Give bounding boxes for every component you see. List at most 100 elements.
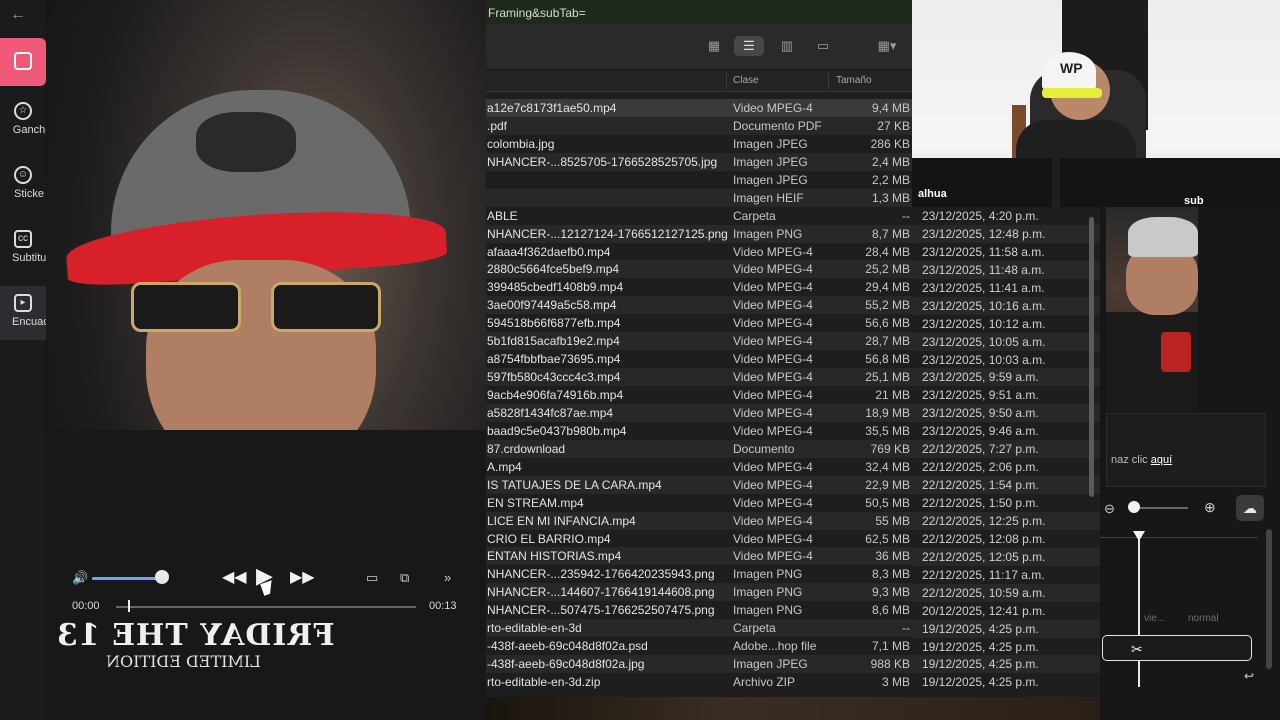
file-row[interactable]: Imagen HEIF 1,3 MB [486, 188, 912, 207]
file-kind: Archivo ZIP [733, 675, 796, 689]
file-row[interactable]: ABLE Carpeta -- [486, 207, 912, 225]
sidebar-item-subtitulos[interactable]: cc Subtitu [0, 222, 46, 276]
file-name: -438f-aeeb-69c048d8f02a.psd [487, 639, 648, 654]
file-row[interactable]: IS TATUAJES DE LA CARA.mp4 Video MPEG-4 22… [486, 475, 912, 494]
file-date: 23/12/2025, 10:16 a.m. [922, 298, 1046, 313]
file-row[interactable]: afaaa4f362daefb0.mp4 Video MPEG-4 28,4 MB [486, 243, 912, 261]
file-name: colombia.jpg [487, 136, 555, 151]
zoom-slider[interactable] [1132, 507, 1188, 509]
timeline-scrollbar[interactable] [1266, 529, 1272, 669]
volume-icon[interactable]: 🔊 [72, 570, 88, 586]
file-row[interactable]: .pdf Documento PDF 27 KB [486, 116, 912, 135]
gallery-view-icon[interactable]: ▭ [808, 36, 838, 56]
file-row[interactable]: LICE EN MI INFANCIA.mp4 Video MPEG-4 55 MB [486, 511, 912, 530]
finder-scrollbar[interactable] [1089, 217, 1094, 497]
file-date-row: 23/12/2025, 10:12 a.m. [912, 315, 1100, 333]
file-row[interactable]: baad9c5e0437b980b.mp4 Video MPEG-4 35,5 MB [486, 422, 912, 440]
logo-icon [14, 52, 32, 70]
clip-thumbnail[interactable] [1106, 207, 1198, 412]
player-controls: 🔊 ◀◀ ▶ ▶▶ ▭ ⧉ » 00:00 00:13 [62, 560, 470, 624]
file-date: 19/12/2025, 4:25 p.m. [922, 621, 1039, 636]
file-row[interactable]: a8754fbbfbae73695.mp4 Video MPEG-4 56,8 MB [486, 350, 912, 368]
sidebar-item-encuadre[interactable]: ▸ Encuac [0, 286, 46, 340]
column-kind[interactable]: Clase [733, 75, 759, 86]
dialog-link[interactable]: aquí [1151, 454, 1172, 466]
file-kind: Video MPEG-4 [733, 531, 813, 546]
file-kind: Documento PDF [733, 118, 822, 133]
url-bar[interactable]: Framing&subTab= [486, 0, 912, 24]
chevron-right-icon[interactable]: » [444, 570, 451, 585]
file-row[interactable]: NHANCER-...12127124-1766512127125.png Ima… [486, 224, 912, 243]
zoom-knob[interactable] [1128, 501, 1140, 513]
file-row[interactable]: 597fb580c43ccc4c3.mp4 Video MPEG-4 25,1 MB [486, 368, 912, 386]
file-row[interactable]: -438f-aeeb-69c048d8f02a.psd Adobe...hop f… [486, 637, 912, 655]
file-name: rto-editable-en-3d [487, 621, 582, 636]
file-row[interactable]: colombia.jpg Imagen JPEG 286 KB [486, 135, 912, 153]
file-size: 28,4 MB [865, 244, 910, 259]
file-date-row: 22/12/2025, 12:08 p.m. [912, 530, 1100, 548]
file-date-row: 22/12/2025, 12:25 p.m. [912, 511, 1100, 530]
fast-forward-icon[interactable]: ▶▶ [290, 567, 315, 587]
group-by-icon[interactable]: ▦▾ [872, 36, 902, 56]
file-name: 399485cbedf1408b9.mp4 [487, 280, 624, 295]
pip-icon[interactable]: ⧉ [400, 570, 409, 586]
arrow-left-icon[interactable]: ← [10, 6, 26, 24]
file-row[interactable]: 87.crdownload Documento 769 KB [486, 439, 912, 458]
file-row[interactable]: ENTAN HISTORIAS.mp4 Video MPEG-4 36 MB [486, 547, 912, 566]
file-kind: Video MPEG-4 [733, 298, 813, 313]
file-row[interactable]: 3ae00f97449a5c58.mp4 Video MPEG-4 55,2 MB [486, 296, 912, 315]
cloud-download-icon[interactable]: ☁ [1236, 495, 1264, 521]
file-row[interactable]: 2880c5664fce5bef9.mp4 Video MPEG-4 25,2 MB [486, 260, 912, 279]
file-row[interactable]: 5b1fd815acafb19e2.mp4 Video MPEG-4 28,7 MB [486, 332, 912, 351]
file-row[interactable]: a12e7c8173f1ae50.mp4 Video MPEG-4 9,4 MB [486, 99, 912, 117]
file-row[interactable]: -438f-aeeb-69c048d8f02a.jpg Imagen JPEG 98… [486, 655, 912, 673]
hat-logo: WP [1060, 60, 1083, 76]
file-row[interactable]: A.mp4 Video MPEG-4 32,4 MB [486, 458, 912, 476]
file-date-row: 23/12/2025, 12:48 p.m. [912, 224, 1100, 243]
file-row[interactable]: 399485cbedf1408b9.mp4 Video MPEG-4 29,4 MB [486, 278, 912, 296]
file-row[interactable]: EN STREAM.mp4 Video MPEG-4 50,5 MB [486, 494, 912, 512]
airplay-icon[interactable]: ▭ [366, 570, 378, 586]
volume-slider[interactable] [92, 577, 164, 580]
file-row[interactable]: 9acb4e906fa74916b.mp4 Video MPEG-4 21 MB [486, 386, 912, 404]
playhead-handle[interactable] [1133, 531, 1145, 541]
zoom-out-icon[interactable]: ⊖ [1104, 501, 1115, 517]
timeline-clip[interactable] [1102, 635, 1252, 661]
column-view-icon[interactable]: ▥ [772, 36, 802, 56]
file-row[interactable]: 594518b66f6877efb.mp4 Video MPEG-4 56,6 MB [486, 314, 912, 332]
file-row[interactable]: Imagen JPEG 2,2 MB [486, 171, 912, 189]
file-name: EN STREAM.mp4 [487, 495, 584, 510]
zoom-in-icon[interactable]: ⊕ [1204, 499, 1216, 516]
file-row[interactable]: CRIO EL BARRIO.mp4 Video MPEG-4 62,5 MB [486, 530, 912, 548]
file-date-row: 19/12/2025, 4:25 p.m. [912, 638, 1100, 656]
file-row[interactable]: a5828f1434fc87ae.mp4 Video MPEG-4 18,9 MB [486, 403, 912, 422]
undo-icon[interactable]: ↩ [1244, 669, 1254, 683]
file-kind: Imagen JPEG [733, 154, 808, 169]
column-size[interactable]: Tamaño [836, 75, 872, 86]
file-date-row: 22/12/2025, 12:05 p.m. [912, 547, 1100, 566]
file-row[interactable]: rto-editable-en-3d.zip Archivo ZIP 3 MB [486, 673, 912, 691]
sidebar-item-ganchos[interactable]: ☆ Ganch [0, 94, 46, 148]
file-date-row: 22/12/2025, 7:27 p.m. [912, 440, 1100, 459]
sidebar-item-stickers[interactable]: ☺ Sticke [0, 158, 46, 212]
rewind-icon[interactable]: ◀◀ [222, 567, 247, 587]
file-row[interactable]: NHANCER-...507475-1766252507475.png Image… [486, 601, 912, 619]
list-view-icon[interactable]: ☰ [734, 36, 764, 56]
monitor-right [1060, 158, 1280, 207]
sticker-icon: ☺ [14, 166, 32, 184]
seek-knob[interactable] [128, 600, 130, 612]
file-row[interactable]: NHANCER-...235942-1766420235943.png Image… [486, 565, 912, 583]
app-logo[interactable] [0, 38, 46, 86]
volume-knob[interactable] [155, 570, 169, 584]
icon-view-icon[interactable]: ▦ [699, 36, 729, 56]
file-date-row: 22/12/2025, 11:17 a.m. [912, 566, 1100, 584]
framing-icon: ▸ [14, 294, 32, 312]
file-row[interactable]: NHANCER-...144607-1766419144608.png Image… [486, 583, 912, 602]
file-date: 23/12/2025, 10:05 a.m. [922, 334, 1046, 349]
date-column: 23/12/2025, 4:20 p.m. 23/12/2025, 12:48 p… [912, 207, 1100, 697]
scissors-icon[interactable]: ✂ [1131, 641, 1143, 658]
file-row[interactable]: NHANCER-...8525705-1766528525705.jpg Imag… [486, 152, 912, 171]
file-size: 8,6 MB [871, 603, 910, 618]
seek-bar[interactable] [116, 600, 416, 612]
file-row[interactable]: rto-editable-en-3d Carpeta -- [486, 619, 912, 638]
